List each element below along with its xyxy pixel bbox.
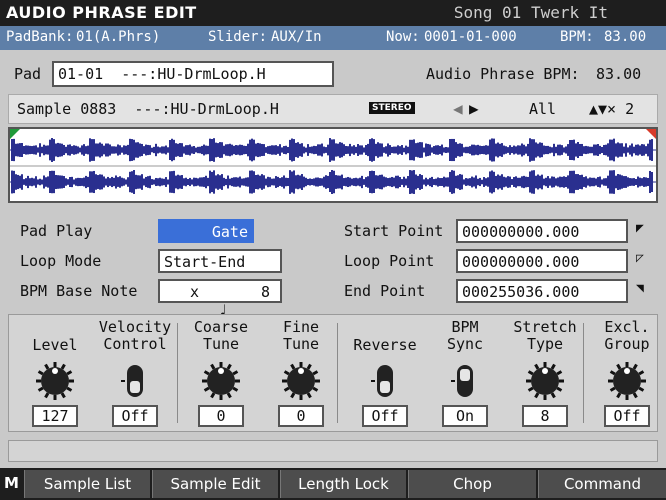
function-bar: M Sample List Sample Edit Length Lock Ch… (0, 468, 666, 500)
knob-panel: Level 127 Velocity Control Off Coarse Tune 0 F… (8, 314, 658, 432)
status-bar: PadBank: 01(A.Phrs) Slider: AUX/In Now: … (0, 26, 666, 50)
length-lock-button[interactable]: Length Lock (280, 470, 406, 498)
zoom-mode[interactable]: All (529, 100, 556, 118)
excl-group-value[interactable]: Off (604, 405, 650, 427)
bpm-base-note-field[interactable]: ♩ x 8 (158, 279, 282, 319)
slider-value: AUX/In (271, 29, 322, 45)
bpm-label: BPM: (560, 29, 594, 45)
fine-tune-control: Fine Tune 0 (261, 315, 341, 431)
knob-icon[interactable] (35, 361, 75, 401)
start-point-marker-icon: ◤ (636, 221, 644, 236)
pad-row: Pad 01-01 ---:HU-DrmLoop.H Audio Phrase … (0, 58, 666, 88)
padbank-value: 01(A.Phrs) (76, 29, 161, 45)
excl-group-control: Excl. Group Off (587, 315, 666, 431)
audio-phrase-edit-screen: AUDIO PHRASE EDIT Song 01 Twerk It PadBa… (0, 0, 666, 500)
velocity-control-control: Velocity Control Off (95, 315, 175, 431)
start-marker-icon (10, 129, 20, 139)
end-marker-icon (646, 129, 656, 139)
toggle-switch-icon[interactable] (115, 361, 155, 401)
bpm-base-note-label: BPM Base Note (20, 282, 138, 300)
phrase-bpm-label: Audio Phrase BPM: (426, 65, 580, 83)
title-bar: AUDIO PHRASE EDIT Song 01 Twerk It (0, 0, 666, 26)
reverse-control: Reverse Off (345, 315, 425, 431)
loop-point-marker-icon: ◸ (636, 251, 644, 266)
stretch-type-caption: Stretch Type (513, 318, 577, 353)
reverse-caption: Reverse (353, 336, 417, 354)
pad-select-field[interactable]: 01-01 ---:HU-DrmLoop.H (52, 61, 334, 87)
pad-play-label: Pad Play (20, 222, 93, 240)
bpm-sync-caption: BPM Sync (446, 318, 484, 353)
knob-icon[interactable] (281, 361, 321, 401)
phrase-bpm-value: 83.00 (596, 65, 642, 83)
parameter-section: Pad Play Gate Loop Mode Start-End BPM Ba… (8, 212, 658, 319)
bpm-base-note-mult: x (190, 283, 200, 301)
sample-list-button[interactable]: Sample List (24, 470, 150, 498)
zoom-factor[interactable]: ▲▼× 2 (589, 100, 634, 118)
now-value: 0001-01-000 (424, 29, 517, 45)
toggle-switch-icon[interactable] (365, 361, 405, 401)
waveform-channel-right (11, 170, 653, 194)
coarse-tune-caption: Coarse Tune (193, 318, 249, 353)
pad-play-value[interactable]: Gate (158, 219, 254, 243)
bpm-value: 83.00 (604, 29, 647, 45)
end-point-value[interactable]: 000255036.000 (456, 279, 628, 303)
padbank-label: PadBank: (6, 29, 74, 45)
excl-group-caption: Excl. Group (604, 318, 650, 353)
toggle-switch-icon[interactable] (445, 361, 485, 401)
sample-name: Sample 0883 ---:HU-DrmLoop.H (17, 100, 279, 118)
loop-point-label: Loop Point (344, 252, 435, 270)
start-point-value[interactable]: 000000000.000 (456, 219, 628, 243)
song-name: Song 01 Twerk It (453, 3, 608, 22)
stretch-type-control: Stretch Type 8 (505, 315, 585, 431)
pad-label: Pad (14, 65, 42, 83)
scroll-left-icon[interactable]: ◀ (453, 99, 463, 118)
coarse-tune-value[interactable]: 0 (198, 405, 244, 427)
reverse-value[interactable]: Off (362, 405, 408, 427)
level-caption: Level (32, 336, 78, 354)
sample-info-bar: Sample 0883 ---:HU-DrmLoop.H STEREO ◀ ▶ … (8, 94, 658, 124)
bpm-base-note-value: 8 (260, 283, 270, 301)
knob-icon[interactable] (525, 361, 565, 401)
stretch-type-value[interactable]: 8 (522, 405, 568, 427)
velocity-control-value[interactable]: Off (112, 405, 158, 427)
coarse-tune-control: Coarse Tune 0 (181, 315, 261, 431)
velocity-control-caption: Velocity Control (98, 318, 172, 353)
waveform-channel-left (11, 138, 653, 162)
mode-tag: M (4, 474, 19, 492)
bpm-sync-control: BPM Sync On (425, 315, 505, 431)
screen-title: AUDIO PHRASE EDIT (6, 3, 197, 22)
end-point-marker-icon: ◥ (636, 281, 644, 296)
knob-icon[interactable] (201, 361, 241, 401)
waveform-display[interactable] (8, 127, 658, 203)
command-button[interactable]: Command (538, 470, 666, 498)
bpm-sync-value[interactable]: On (442, 405, 488, 427)
sample-edit-button[interactable]: Sample Edit (152, 470, 278, 498)
scroll-right-icon[interactable]: ▶ (469, 99, 479, 118)
loop-mode-label: Loop Mode (20, 252, 102, 270)
loop-point-value[interactable]: 000000000.000 (456, 249, 628, 273)
now-label: Now: (386, 29, 420, 45)
info-bar (8, 440, 658, 462)
knob-icon[interactable] (607, 361, 647, 401)
level-control: Level 127 (15, 315, 95, 431)
stereo-badge: STEREO (369, 102, 415, 114)
slider-label: Slider: (208, 29, 268, 45)
level-value[interactable]: 127 (32, 405, 78, 427)
fine-tune-caption: Fine Tune (282, 318, 320, 353)
loop-mode-value[interactable]: Start-End (158, 249, 282, 273)
end-point-label: End Point (344, 282, 426, 300)
chop-button[interactable]: Chop (408, 470, 536, 498)
fine-tune-value[interactable]: 0 (278, 405, 324, 427)
start-point-label: Start Point (344, 222, 444, 240)
